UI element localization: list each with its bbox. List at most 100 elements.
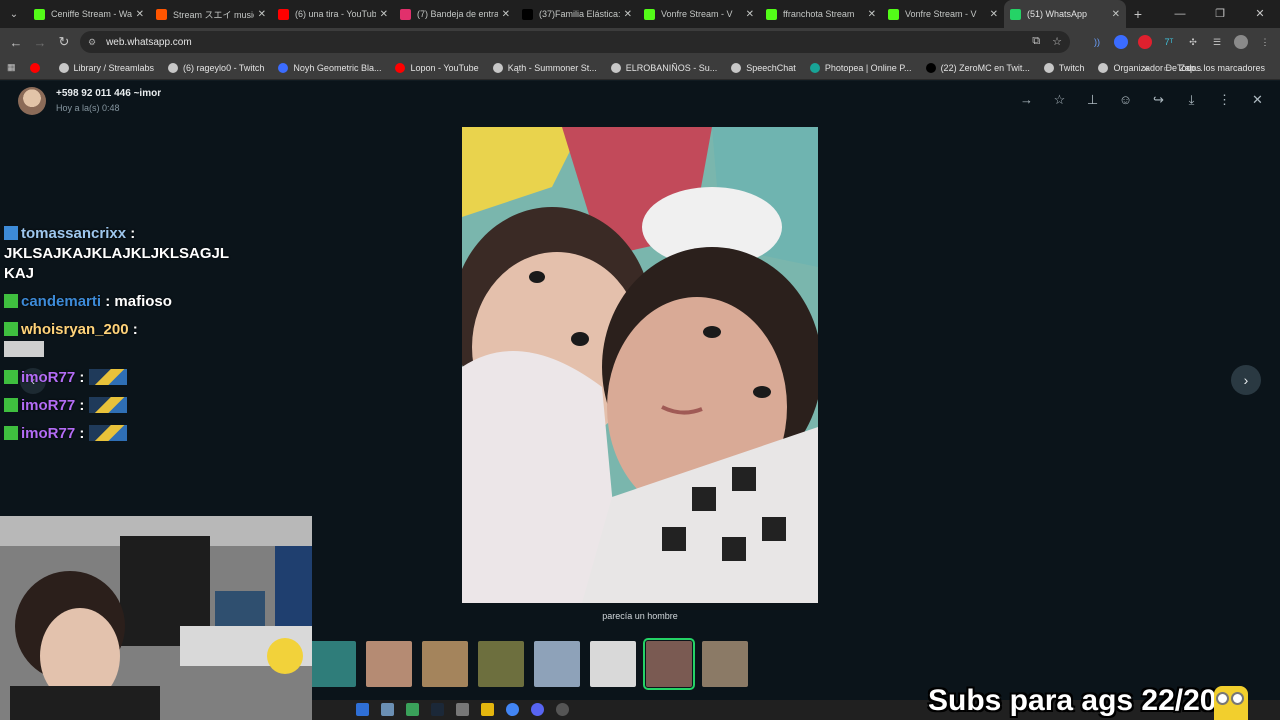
chat-badge-icon — [4, 322, 18, 336]
address-bar[interactable]: ⚙ web.whatsapp.com ⧉ ☆ — [80, 31, 1070, 53]
chat-separator: : — [75, 425, 89, 442]
stream-chat-overlay: tomassancrixx : JKLSAJKAJKLAJKLJKLSAGJLK… — [4, 224, 234, 452]
profile-avatar[interactable] — [1234, 35, 1248, 49]
media-thumbnail[interactable] — [366, 641, 412, 687]
forward-icon[interactable]: ↪ — [1150, 91, 1167, 109]
bookmark-item[interactable]: ELROBANIÑOS - Su... — [604, 62, 725, 73]
media-thumbnail[interactable] — [478, 641, 524, 687]
tab-close-icon[interactable]: ✕ — [1112, 9, 1120, 20]
back-icon[interactable]: ← — [4, 35, 28, 50]
react-emoji-icon[interactable]: ☺ — [1117, 91, 1134, 109]
browser-tab[interactable]: (37)Familia Elástica: E ✕ — [516, 0, 638, 28]
extension-audio-icon[interactable]: )) — [1090, 35, 1104, 49]
tab-label: Ceniffe Stream - Wat — [51, 9, 132, 19]
tab-close-icon[interactable]: ✕ — [868, 9, 876, 20]
bookmark-favicon-icon — [58, 62, 69, 73]
next-media-button[interactable]: › — [1231, 365, 1261, 395]
tab-favicon-icon — [156, 8, 167, 20]
apps-grid-icon[interactable]: ▦ — [0, 62, 23, 73]
bookmark-item[interactable] — [23, 62, 52, 73]
star-icon[interactable]: ☆ — [1051, 91, 1068, 109]
bookmark-item[interactable]: Noyh Geometric Bla... — [271, 62, 388, 73]
tab-close-icon[interactable]: ✕ — [990, 9, 998, 20]
more-options-icon[interactable]: ⋮ — [1216, 91, 1233, 109]
all-bookmarks-folder[interactable]: ▭ Todos los marcadores — [1156, 63, 1272, 74]
new-tab-button[interactable]: + — [1126, 6, 1150, 22]
extension-red-icon[interactable] — [1138, 35, 1152, 49]
browser-tab[interactable]: (6) una tira - YouTube ✕ — [272, 0, 394, 28]
media-thumbnail[interactable] — [534, 641, 580, 687]
browser-tab[interactable]: (51) WhatsApp ✕ — [1004, 0, 1126, 28]
goggle-left — [1216, 692, 1229, 705]
reload-icon[interactable]: ↻ — [52, 34, 76, 50]
bookmark-item[interactable]: Photopea | Online P... — [803, 62, 919, 73]
bookmark-item[interactable]: (22) ZeroMC en Twit... — [919, 62, 1037, 73]
bookmark-star-icon[interactable]: ☆ — [1052, 35, 1062, 48]
go-to-message-icon[interactable]: → — [1018, 91, 1035, 109]
bookmark-favicon-icon — [168, 62, 179, 73]
tab-close-icon[interactable]: ✕ — [380, 9, 388, 20]
bookmark-favicon-icon — [610, 62, 621, 73]
extension-circle-icon[interactable] — [1114, 35, 1128, 49]
minimize-icon[interactable]: — — [1160, 0, 1200, 28]
tab-close-icon[interactable]: ✕ — [624, 9, 632, 20]
chat-badge-icon — [4, 294, 18, 308]
taskbar-app-icon[interactable] — [481, 703, 494, 716]
taskbar-discord-icon[interactable] — [531, 703, 544, 716]
install-app-icon[interactable]: ⧉ — [1032, 35, 1040, 48]
reading-list-icon[interactable]: ☰ — [1210, 35, 1224, 49]
close-viewer-icon[interactable]: ✕ — [1249, 91, 1266, 109]
tab-favicon-icon — [400, 8, 411, 20]
tab-favicon-icon — [522, 8, 533, 20]
taskbar-steam-icon[interactable] — [431, 703, 444, 716]
bookmark-item[interactable]: Library / Streamlabs — [52, 62, 162, 73]
download-icon[interactable]: ⤓ — [1183, 91, 1200, 109]
restore-icon[interactable]: ❐ — [1200, 0, 1240, 28]
media-thumbnail[interactable] — [310, 641, 356, 687]
extensions-puzzle-icon[interactable]: ✣ — [1186, 35, 1200, 49]
bookmark-item[interactable]: Twitch — [1037, 62, 1092, 73]
browser-tab[interactable]: (7) Bandeja de entrad ✕ — [394, 0, 516, 28]
browser-tab[interactable]: Ceniffe Stream - Wat ✕ — [28, 0, 150, 28]
browser-tab[interactable]: Vonfre Stream - V ✕ — [882, 0, 1004, 28]
browser-menu-icon[interactable]: ⋮ — [1258, 35, 1272, 49]
pin-icon[interactable]: ⊥ — [1084, 91, 1101, 109]
forward-icon[interactable]: → — [28, 35, 52, 50]
chat-message: candemarti : mafioso — [4, 292, 234, 312]
tab-list: Ceniffe Stream - Wat ✕ Stream スエイ music | ✕… — [28, 0, 1126, 28]
tab-close-icon[interactable]: ✕ — [502, 9, 510, 20]
more-bookmarks-icon[interactable]: » — [1143, 63, 1148, 73]
close-window-icon[interactable]: ✕ — [1240, 0, 1280, 28]
bookmark-item[interactable]: (6) rageylo0 - Twitch — [161, 62, 271, 73]
bookmark-item[interactable]: SpeechChat — [724, 62, 803, 73]
chat-message: imoR77 : — [4, 424, 234, 444]
site-info-icon[interactable]: ⚙ — [88, 37, 96, 48]
browser-tab[interactable]: Stream スエイ music | ✕ — [150, 0, 272, 28]
subs-goal-text: Subs para ags 22/20 — [928, 684, 1217, 717]
browser-tab[interactable]: Vonfre Stream - V ✕ — [638, 0, 760, 28]
bookmark-label: SpeechChat — [746, 62, 796, 73]
media-thumbnail[interactable] — [422, 641, 468, 687]
bookmark-favicon-icon — [278, 62, 289, 73]
chat-emote — [88, 397, 127, 413]
folder-icon: ▭ — [1163, 62, 1172, 73]
tab-close-icon[interactable]: ✕ — [746, 9, 754, 20]
media-thumbnail[interactable] — [590, 641, 636, 687]
tab-close-icon[interactable]: ✕ — [136, 9, 144, 20]
taskbar-app-icon[interactable] — [356, 703, 369, 716]
tab-search-icon[interactable]: ⌄ — [0, 0, 28, 28]
taskbar-app-icon[interactable] — [456, 703, 469, 716]
taskbar-app-icon[interactable] — [406, 703, 419, 716]
contact-avatar[interactable] — [18, 87, 46, 115]
bookmark-item[interactable]: Lopon - YouTube — [388, 62, 485, 73]
media-thumbnail[interactable] — [643, 638, 695, 690]
taskbar-chrome-icon[interactable] — [506, 703, 519, 716]
bookmark-item[interactable]: Kąth - Summoner St... — [486, 62, 604, 73]
media-thumbnail[interactable] — [702, 641, 748, 687]
taskbar-app-icon[interactable] — [381, 703, 394, 716]
extension-translate-icon[interactable]: 7ᵀ — [1162, 35, 1176, 49]
tab-close-icon[interactable]: ✕ — [258, 9, 266, 20]
browser-tab[interactable]: ffranchota Stream ✕ — [760, 0, 882, 28]
bookmark-favicon-icon — [1098, 62, 1109, 73]
taskbar-app-icon[interactable] — [556, 703, 569, 716]
